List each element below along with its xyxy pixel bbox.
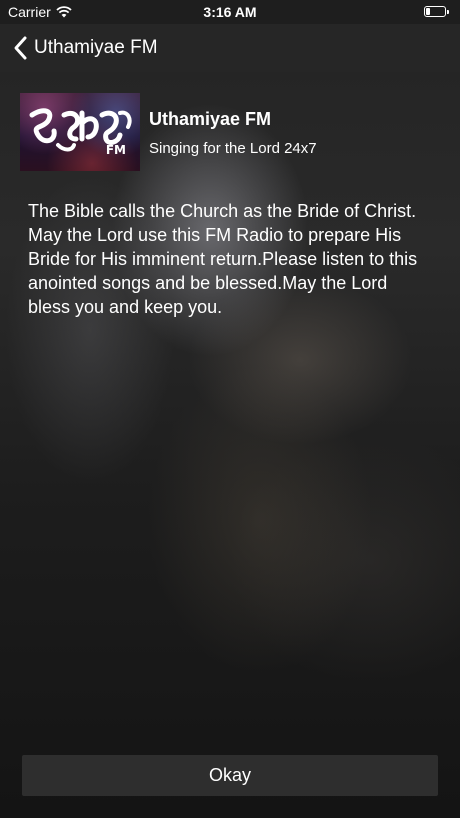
station-tagline: Singing for the Lord 24x7 xyxy=(149,140,317,157)
navigation-bar: Uthamiyae FM xyxy=(0,24,460,72)
status-time: 3:16 AM xyxy=(203,4,257,20)
logo-fm-text: FM xyxy=(105,143,126,157)
station-name: Uthamiyae FM xyxy=(149,109,272,129)
okay-button[interactable]: Okay xyxy=(22,755,438,796)
station-description: The Bible calls the Church as the Bride … xyxy=(28,201,418,317)
status-bar: Carrier 3:16 AM xyxy=(0,0,460,24)
back-button-label: Uthamiyae FM xyxy=(34,37,158,58)
station-info-screen: Carrier 3:16 AM Uthamiyae FM FM Uthamiya… xyxy=(0,0,460,818)
station-logo: FM xyxy=(20,93,140,171)
battery-icon xyxy=(424,6,449,17)
back-button[interactable]: Uthamiyae FM xyxy=(12,24,158,72)
chevron-left-icon xyxy=(14,36,27,60)
station-header: FM Uthamiyae FM Singing for the Lord 24x… xyxy=(20,93,440,171)
